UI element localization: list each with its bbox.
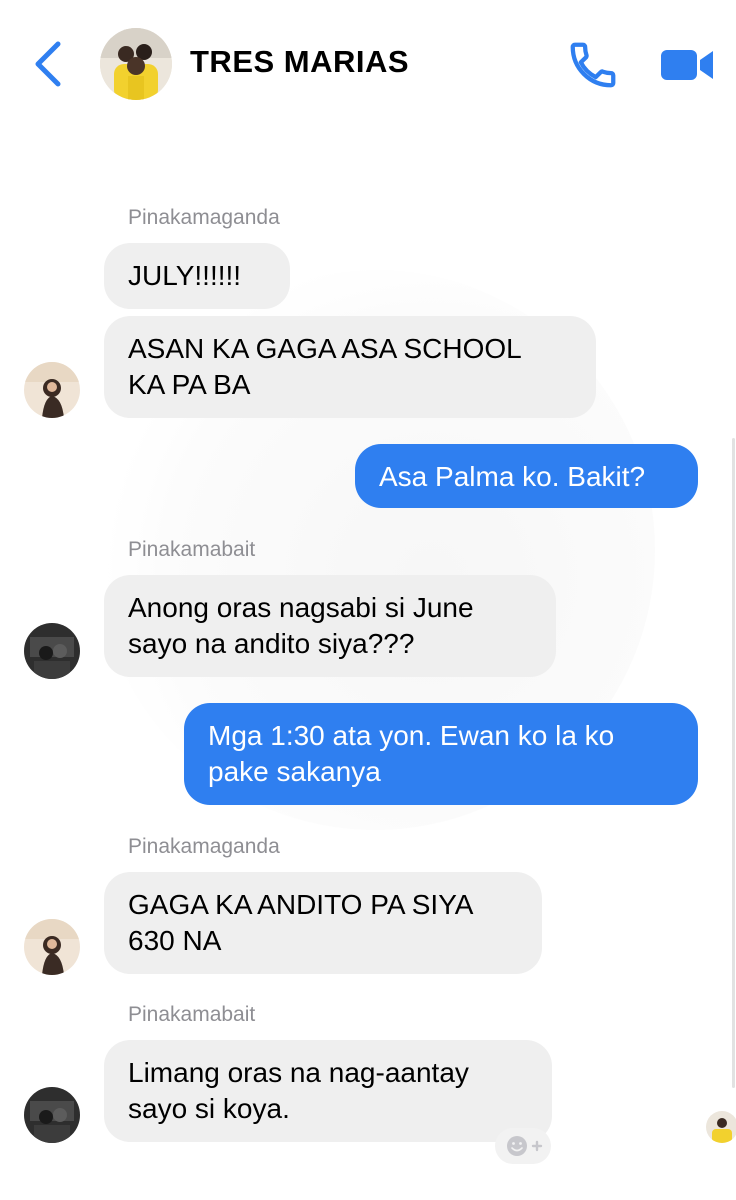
smiley-plus-icon [507, 1136, 543, 1156]
sender-name: Pinakamabait [128, 1003, 256, 1026]
avatar-image [24, 362, 80, 418]
back-button[interactable] [28, 38, 68, 90]
scrollbar[interactable] [732, 438, 735, 1088]
read-receipt-avatar [706, 1111, 736, 1143]
read-receipt-image [706, 1111, 736, 1143]
message-line: sayo na andito siya??? [128, 628, 415, 659]
message-bubble-incoming[interactable]: Limang oras na nag-aantay sayo si koya. [104, 1040, 552, 1142]
message-line: Anong oras nagsabi si June [128, 592, 474, 623]
sender-avatar[interactable] [24, 919, 80, 975]
phone-icon [570, 42, 616, 88]
avatar-image [24, 919, 80, 975]
message-line: JULY!!!!!! [128, 260, 242, 291]
message-bubble-incoming[interactable]: JULY!!!!!! [104, 243, 290, 309]
chat-header: TRES MARIAS [0, 0, 736, 130]
sender-avatar[interactable] [24, 1087, 80, 1143]
sender-name: Pinakamabait [128, 538, 256, 561]
sender-avatar[interactable] [24, 362, 80, 418]
message-bubble-outgoing[interactable]: Mga 1:30 ata yon. Ewan ko la ko pake sak… [184, 703, 698, 805]
add-reaction-button[interactable] [495, 1128, 551, 1164]
message-line: sayo si koya. [128, 1093, 290, 1124]
message-line: 630 NA [128, 925, 222, 956]
message-bubble-incoming[interactable]: Anong oras nagsabi si June sayo na andit… [104, 575, 556, 677]
chat-screen: TRES MARIAS Pinakamaganda JULY!!!!!! ASA… [0, 0, 736, 1200]
video-camera-icon [661, 50, 713, 80]
message-line: Limang oras na nag-aantay [128, 1057, 469, 1088]
message-line: Mga 1:30 ata yon. Ewan ko la ko [208, 720, 615, 751]
sender-name: Pinakamaganda [128, 206, 280, 229]
message-line: KA PA BA [128, 369, 251, 400]
group-avatar[interactable] [100, 28, 172, 100]
video-call-button[interactable] [657, 42, 717, 88]
message-bubble-incoming[interactable]: GAGA KA ANDITO PA SIYA 630 NA [104, 872, 542, 974]
avatar-image [24, 623, 80, 679]
message-line: Asa Palma ko. Bakit? [379, 461, 646, 492]
sender-name: Pinakamaganda [128, 835, 280, 858]
chevron-left-icon [35, 41, 61, 87]
group-avatar-image [100, 28, 172, 100]
chat-title[interactable]: TRES MARIAS [190, 44, 409, 80]
avatar-image [24, 1087, 80, 1143]
message-bubble-incoming[interactable]: ASAN KA GAGA ASA SCHOOL KA PA BA [104, 316, 596, 418]
message-bubble-outgoing[interactable]: Asa Palma ko. Bakit? [355, 444, 698, 508]
message-line: GAGA KA ANDITO PA SIYA [128, 889, 474, 920]
message-line: ASAN KA GAGA ASA SCHOOL [128, 333, 522, 364]
message-line: pake sakanya [208, 756, 381, 787]
call-button[interactable] [566, 38, 620, 92]
sender-avatar[interactable] [24, 623, 80, 679]
